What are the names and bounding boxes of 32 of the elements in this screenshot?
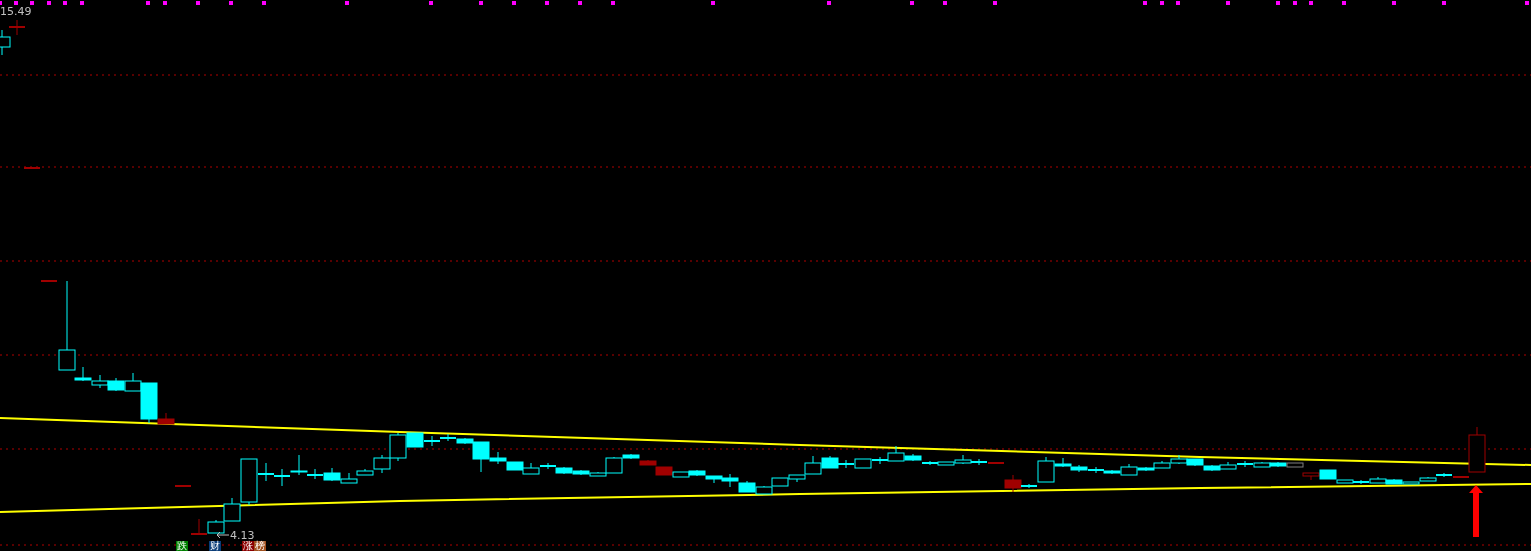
candlestick [190, 518, 208, 535]
candlestick [423, 435, 441, 447]
candlestick [506, 461, 524, 471]
event-marker: 财 [209, 541, 221, 551]
candlestick [273, 468, 291, 487]
event-marker: 涨 [242, 541, 254, 551]
high-price-label: 15.49 [0, 6, 32, 17]
candlestick [1186, 458, 1204, 467]
arrow-icon [216, 531, 230, 539]
event-marker: 榜 [254, 541, 266, 551]
candlestick [738, 480, 756, 493]
candlestick [1468, 426, 1486, 473]
candlestick [174, 485, 192, 487]
candlestick [1070, 464, 1088, 473]
candlestick [837, 459, 855, 469]
candlestick [771, 477, 789, 487]
candlestick [23, 167, 41, 169]
candlestick [555, 466, 573, 475]
candlestick [755, 485, 773, 495]
candlestick [655, 466, 673, 476]
up-arrow-icon [1469, 485, 1483, 537]
candlestick [323, 467, 341, 482]
low-price-label: 4.13 [230, 530, 255, 541]
candlestick [821, 455, 839, 469]
candlestick [1302, 472, 1320, 481]
candlestick [854, 458, 872, 469]
event-marker: 跌 [176, 541, 188, 551]
candlestick [91, 374, 109, 389]
candlestick [439, 433, 457, 442]
candlestick [1219, 461, 1237, 470]
candlestick [107, 377, 125, 392]
candlestick [1170, 454, 1188, 465]
